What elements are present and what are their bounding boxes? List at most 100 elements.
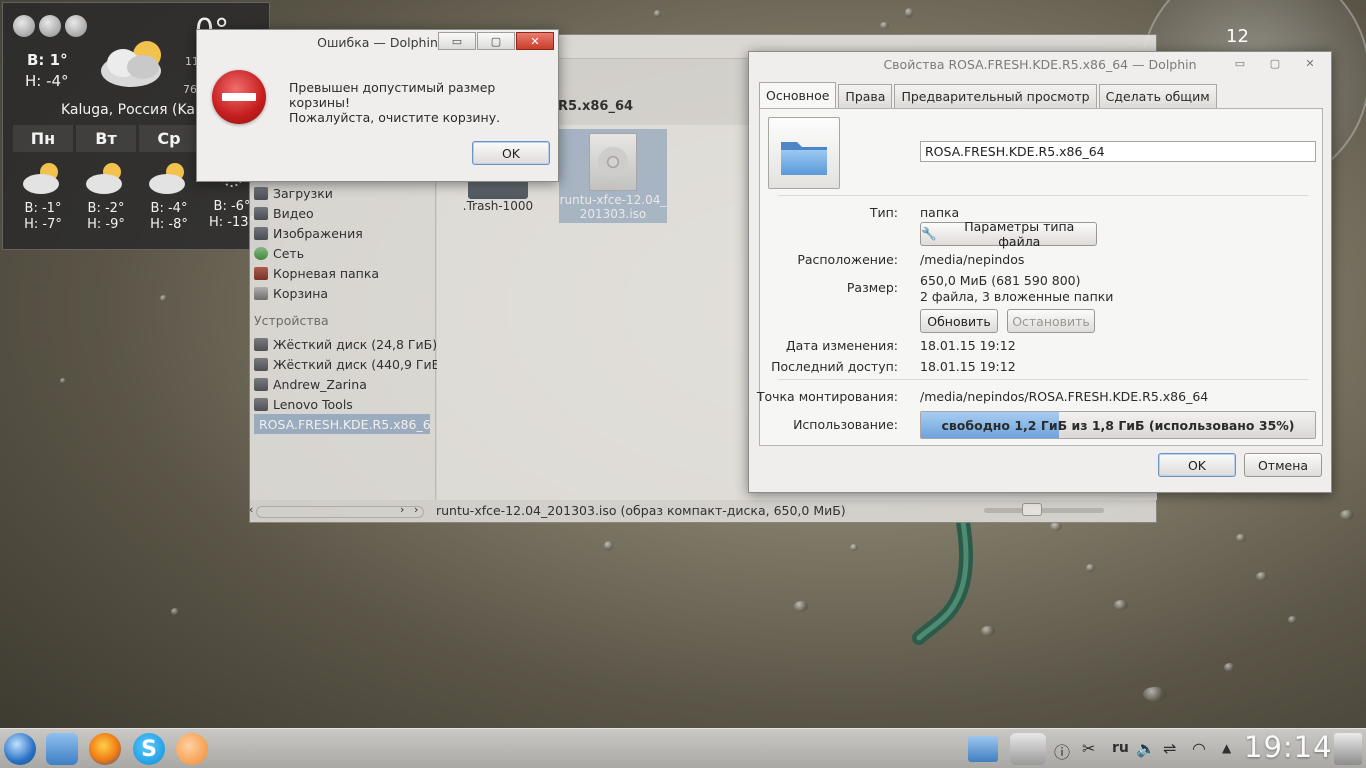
place-label: Изображения [273, 225, 363, 241]
properties-dialog[interactable]: Свойства ROSA.FRESH.KDE.R5.x86_64 — Dolp… [748, 51, 1332, 493]
tab-general[interactable]: Основное [759, 82, 837, 108]
minimize-button[interactable]: ▭ [438, 32, 476, 50]
place-item-root[interactable]: Корневая папка [254, 263, 379, 283]
forecast-day-name: Ср [139, 125, 199, 152]
mount-label: Точка монтирования: [756, 389, 898, 404]
name-field[interactable] [920, 141, 1316, 162]
ok-button[interactable]: OK [472, 141, 550, 165]
usage-bar: свободно 1,2 ГиБ из 1,8 ГиБ (использован… [920, 411, 1316, 439]
error-icon [212, 70, 266, 124]
keyboard-layout[interactable]: ru [1112, 740, 1129, 756]
forecast-day-name: Вт [76, 125, 136, 152]
klipper-icon[interactable] [1010, 733, 1046, 765]
cancel-button[interactable]: Отмена [1244, 453, 1322, 477]
rosa-media-player-icon[interactable] [176, 733, 208, 765]
wifi-icon[interactable]: ◠ [1192, 739, 1206, 758]
file-name: runtu-xfce-12.04_ [559, 193, 667, 207]
stop-button[interactable]: Остановить [1007, 309, 1095, 333]
error-message: Превышен допустимый размер корзины! Пожа… [289, 80, 558, 125]
disc-image-icon [589, 133, 637, 191]
folder-icon [254, 206, 268, 220]
app-launcher-icon[interactable] [4, 733, 36, 765]
usb-icon[interactable]: ⇌ [1163, 739, 1176, 758]
minimize-button[interactable]: ▭ [1223, 54, 1257, 72]
divider [778, 195, 1308, 196]
size-value: 650,0 МиБ (681 590 800) [920, 273, 1081, 288]
maximize-button[interactable]: ▢ [477, 32, 515, 50]
zoom-slider[interactable] [984, 508, 1104, 513]
info-icon[interactable]: ⓘ [1054, 739, 1070, 763]
folder-icon [254, 226, 268, 240]
harddisk-icon [254, 357, 268, 371]
forecast-low: Н: -8° [150, 217, 188, 232]
tab-bar: Основное Права Предварительный просмотр … [759, 82, 1217, 108]
settings-icon[interactable] [13, 15, 35, 37]
tab-permissions[interactable]: Права [838, 84, 893, 108]
place-item-downloads[interactable]: Загрузки [254, 183, 333, 203]
scissors-icon[interactable]: ✂ [1082, 739, 1095, 758]
type-label: Тип: [869, 205, 898, 220]
file-item-iso[interactable]: runtu-xfce-12.04_ 201303.iso [559, 129, 667, 223]
ok-button[interactable]: OK [1158, 453, 1236, 477]
scroll-left-icon[interactable]: ‹ [249, 503, 253, 516]
usage-label: Использование: [793, 417, 898, 432]
file-name: .Trash-1000 [462, 199, 534, 213]
scroll-right-icon[interactable]: › [400, 503, 404, 516]
error-dialog-titlebar[interactable]: Ошибка — Dolphin ▭ ▢ ✕ [197, 30, 558, 54]
device-item[interactable]: Lenovo Tools [254, 394, 353, 414]
divider [778, 379, 1308, 380]
error-dialog[interactable]: Ошибка — Dolphin ▭ ▢ ✕ Превышен допустим… [196, 29, 559, 182]
device-item[interactable]: Andrew_Zarina [254, 374, 367, 394]
device-item[interactable]: Жёсткий диск (440,9 ГиБ) [254, 354, 445, 374]
clock-time[interactable]: 19:14 [1244, 730, 1333, 764]
type-value: папка [920, 205, 960, 220]
forecast-high: В: -4° [150, 201, 188, 216]
root-folder-icon [254, 266, 268, 280]
status-bar: ‹ › › runtu-xfce-12.04_201303.iso (образ… [249, 499, 1156, 523]
properties-dialog-titlebar[interactable]: Свойства ROSA.FRESH.KDE.R5.x86_64 — Dolp… [749, 52, 1331, 76]
horizontal-scrollbar[interactable] [256, 506, 424, 518]
filetype-options-button[interactable]: 🔧 Параметры типа файла [920, 219, 1097, 249]
file-name-line2: 201303.iso [579, 207, 647, 221]
pager-icon[interactable] [968, 736, 998, 762]
harddisk-icon [254, 337, 268, 351]
dialog-title: Свойства ROSA.FRESH.KDE.R5.x86_64 — Dolp… [883, 56, 1197, 72]
place-item-pictures[interactable]: Изображения [254, 223, 363, 243]
close-button[interactable]: ✕ [1293, 54, 1327, 72]
info-icon[interactable] [39, 15, 61, 37]
close-button[interactable]: ✕ [516, 32, 554, 50]
place-item-network[interactable]: Сеть [254, 243, 304, 263]
device-item-selected[interactable]: ROSA.FRESH.KDE.R5.x86_6 [254, 414, 431, 434]
taskbar: S ⓘ ✂ ru 🔉 ⇌ ◠ ▲ 19:14 [0, 728, 1366, 768]
folder-icon-button[interactable] [768, 117, 840, 189]
volume-icon[interactable]: 🔉 [1136, 739, 1156, 758]
size-label: Размер: [846, 280, 898, 295]
skype-icon[interactable]: S [133, 733, 165, 765]
cloudy-icon [101, 41, 161, 87]
trash-icon[interactable] [1334, 733, 1362, 765]
forecast-day: Ср В: -4° Н: -8° [139, 125, 199, 233]
breadcrumb[interactable]: R5.x86_64 [558, 99, 633, 114]
maximize-button[interactable]: ▢ [1258, 54, 1292, 72]
file-manager-icon[interactable] [46, 733, 78, 765]
forecast-day: Вт В: -2° Н: -9° [76, 125, 136, 233]
chevron-right-icon[interactable]: › [414, 503, 418, 516]
place-label: Корзина [273, 285, 329, 301]
trash-icon [254, 286, 268, 300]
zoom-slider-handle[interactable] [1022, 503, 1042, 516]
tab-share[interactable]: Сделать общим [1098, 84, 1217, 108]
location-value: /media/nepindos [920, 252, 1025, 267]
globe-icon[interactable] [65, 15, 87, 37]
refresh-button[interactable]: Обновить [920, 309, 998, 333]
tray-expand-icon[interactable]: ▲ [1222, 741, 1231, 755]
weather-location: Kaluga, Россия (Kalug [61, 102, 217, 118]
folder-icon [254, 186, 268, 200]
usb-drive-icon [254, 377, 268, 391]
tab-preview[interactable]: Предварительный просмотр [894, 84, 1097, 108]
device-item[interactable]: Жёсткий диск (24,8 ГиБ) [254, 334, 437, 354]
network-icon [254, 246, 268, 260]
place-item-trash[interactable]: Корзина [254, 283, 328, 303]
firefox-icon[interactable] [89, 733, 121, 765]
place-item-videos[interactable]: Видео [254, 203, 314, 223]
general-panel: Тип: папка 🔧 Параметры типа файла Распол… [756, 108, 1323, 446]
